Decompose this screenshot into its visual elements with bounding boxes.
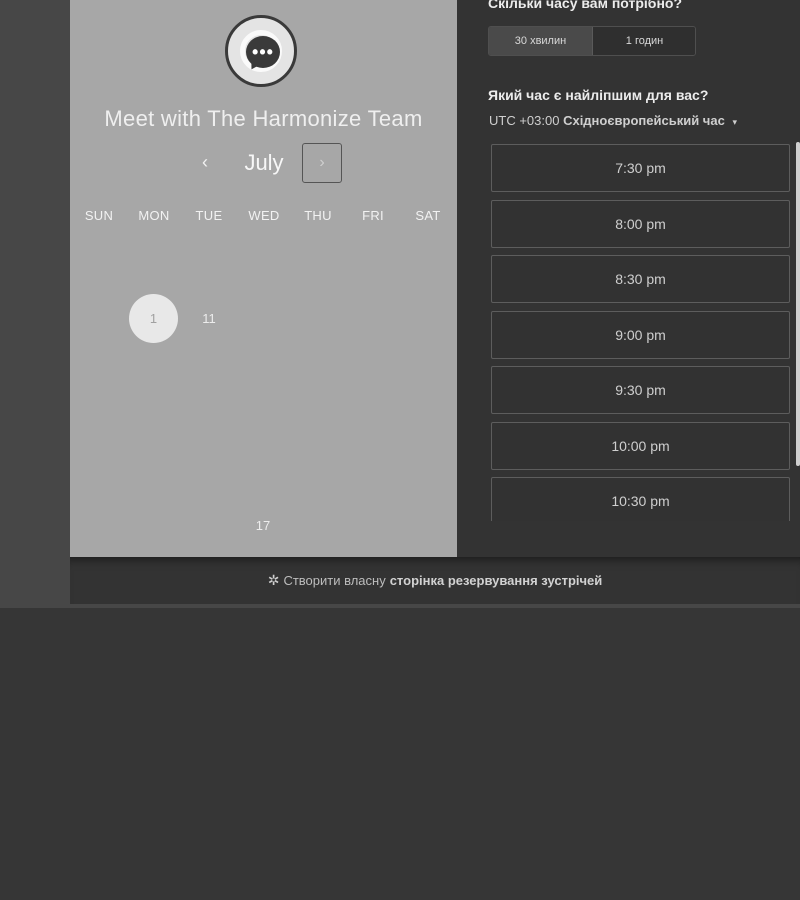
weekday-tue: TUE [195,208,223,223]
month-navigation: ‹ July › [70,142,457,184]
duration-60-button[interactable]: 1 годин [593,27,695,55]
time-slot-list[interactable]: 7:30 pm 8:00 pm 8:30 pm 9:00 pm 9:30 pm … [491,144,790,521]
duration-toggle: 30 хвилин 1 годин [488,26,696,56]
calendar-day[interactable]: 17 [248,518,278,533]
caret-down-icon: ▾ [732,117,737,127]
next-month-button[interactable]: › [302,143,342,183]
prev-month-button[interactable]: ‹ [195,152,215,172]
calendar-day-selected[interactable]: 1 [129,294,178,343]
timezone-dropdown[interactable]: UTC +03:00 Східноєвропейський час ▾ [489,113,737,128]
duration-question: Скільки часу вам потрібно? [488,0,683,11]
timezone-name: Східноєвропейський час [563,113,725,128]
time-question: Який час є найліпшим для вас? [488,87,709,103]
calendar-day[interactable]: 11 [194,311,224,326]
slot-list-scrollbar[interactable] [796,142,800,466]
time-slot[interactable]: 8:30 pm [491,255,790,303]
weekday-fri: FRI [362,208,384,223]
weekday-thu: THU [304,208,332,223]
time-slot[interactable]: 10:00 pm [491,422,790,470]
footer-bar: ✲ Створити власну сторінка резервування … [70,557,800,604]
weekday-mon: MON [138,208,170,223]
team-avatar: ••• [225,15,297,87]
weekday-header: SUN MON TUE WED THU FRI SAT [72,208,456,226]
ellipsis-icon: ••• [252,42,274,62]
footer-text: Створити власну [283,573,386,588]
footer-link[interactable]: сторінка резервування зустрічей [390,573,603,588]
time-slot[interactable]: 9:30 pm [491,366,790,414]
timezone-offset: UTC +03:00 [489,113,560,128]
weekday-sun: SUN [84,208,114,223]
time-slot[interactable]: 8:00 pm [491,200,790,248]
weekday-wed: WED [248,208,280,223]
time-slot[interactable]: 9:00 pm [491,311,790,359]
time-slot[interactable]: 7:30 pm [491,144,790,192]
time-slot[interactable]: 10:30 pm [491,477,790,521]
month-label: July [244,150,284,175]
hubspot-sprocket-icon: ✲ [267,572,280,588]
page-title: Meet with The Harmonize Team [104,106,423,131]
weekday-sat: SAT [415,208,441,223]
duration-30-button[interactable]: 30 хвилин [489,27,593,55]
